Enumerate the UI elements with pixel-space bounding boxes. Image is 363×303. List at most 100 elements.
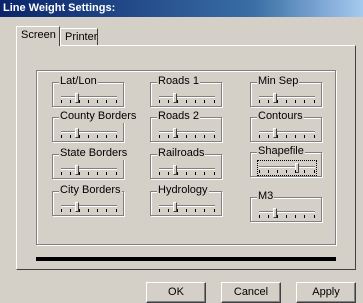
slider-tick xyxy=(70,100,71,103)
state-borders-slider[interactable] xyxy=(61,164,117,176)
tab-printer[interactable]: Printer xyxy=(60,28,98,46)
slider-tick xyxy=(79,172,80,175)
slider-tick xyxy=(61,209,62,212)
slider-tick xyxy=(88,209,89,212)
shapefile-slider[interactable] xyxy=(257,160,317,176)
slider-tick xyxy=(304,100,305,103)
group-min-sep: Min Sep xyxy=(250,75,322,107)
slider-tick xyxy=(295,170,296,173)
group-label: Contours xyxy=(257,110,304,123)
slider-tick xyxy=(79,100,80,103)
group-city-borders: City Borders xyxy=(52,184,124,216)
slider-tick xyxy=(277,100,278,103)
slider-tick xyxy=(204,172,205,175)
slider-tick xyxy=(214,100,215,103)
lat-lon-slider[interactable] xyxy=(61,92,117,104)
slider-tick xyxy=(259,135,260,138)
slider-tick xyxy=(268,100,269,103)
line-weight-preview xyxy=(36,257,336,261)
contours-slider[interactable] xyxy=(259,127,315,139)
group-label: City Borders xyxy=(59,184,122,197)
group-label: M3 xyxy=(257,190,275,203)
county-borders-slider[interactable] xyxy=(61,127,117,139)
group-hydrology: Hydrology xyxy=(150,184,222,216)
slider-tick xyxy=(177,100,178,103)
slider-tick xyxy=(314,100,315,103)
slider-tick xyxy=(97,172,98,175)
group-label: State Borders xyxy=(59,147,129,160)
slider-tick xyxy=(204,135,205,138)
group-county-borders: County Borders xyxy=(52,110,138,142)
hydrology-slider[interactable] xyxy=(159,201,215,213)
slider-tick xyxy=(214,135,215,138)
tab-screen[interactable]: Screen xyxy=(16,26,60,46)
group-label: Hydrology xyxy=(157,184,209,197)
group-contours: Contours xyxy=(250,110,322,142)
slider-tick xyxy=(186,209,187,212)
slider-tick xyxy=(195,209,196,212)
slider-tick xyxy=(286,100,287,103)
group-m3: M3 xyxy=(250,190,322,222)
slider-tick xyxy=(88,135,89,138)
slider-tick xyxy=(259,100,260,103)
group-label: Lat/Lon xyxy=(59,75,98,88)
slider-tick xyxy=(277,170,278,173)
min-sep-slider[interactable] xyxy=(259,92,315,104)
slider-tick xyxy=(304,215,305,218)
slider-tick xyxy=(70,135,71,138)
slider-tick xyxy=(314,135,315,138)
group-label: Roads 1 xyxy=(157,75,200,88)
m3-slider[interactable] xyxy=(259,207,315,219)
group-label: Roads 2 xyxy=(157,110,200,123)
slider-tick xyxy=(195,172,196,175)
slider-tick xyxy=(168,100,169,103)
slider-tick xyxy=(286,170,287,173)
slider-tick xyxy=(259,215,260,218)
apply-button[interactable]: Apply xyxy=(296,282,356,303)
slider-tick xyxy=(106,172,107,175)
slider-tick xyxy=(186,172,187,175)
group-railroads: Railroads xyxy=(150,147,222,179)
group-shapefile: Shapefile xyxy=(250,145,322,177)
slider-tick xyxy=(177,135,178,138)
slider-tick xyxy=(268,215,269,218)
slider-tick xyxy=(304,170,305,173)
slider-tick xyxy=(204,100,205,103)
slider-tick xyxy=(214,172,215,175)
slider-tick xyxy=(79,135,80,138)
group-label: Railroads xyxy=(157,147,206,160)
group-roads-1: Roads 1 xyxy=(150,75,222,107)
slider-tick xyxy=(116,135,117,138)
slider-tick xyxy=(286,215,287,218)
slider-tick xyxy=(116,209,117,212)
roads-1-slider[interactable] xyxy=(159,92,215,104)
slider-tick xyxy=(314,170,315,173)
slider-tick xyxy=(97,135,98,138)
city-borders-slider[interactable] xyxy=(61,201,117,213)
slider-tick xyxy=(159,100,160,103)
slider-tick xyxy=(70,172,71,175)
slider-tick xyxy=(304,135,305,138)
slider-tick xyxy=(195,135,196,138)
slider-tick xyxy=(61,172,62,175)
slider-tick xyxy=(259,170,260,173)
group-label: Shapefile xyxy=(257,145,305,158)
slider-tick xyxy=(168,172,169,175)
group-label: Min Sep xyxy=(257,75,300,88)
slider-tick xyxy=(177,172,178,175)
slider-tick xyxy=(97,100,98,103)
slider-tick xyxy=(116,172,117,175)
railroads-slider[interactable] xyxy=(159,164,215,176)
slider-tick xyxy=(295,100,296,103)
slider-tick xyxy=(295,135,296,138)
slider-tick xyxy=(116,100,117,103)
slider-tick xyxy=(186,135,187,138)
group-roads-2: Roads 2 xyxy=(150,110,222,142)
cancel-button[interactable]: Cancel xyxy=(221,282,281,303)
group-label: County Borders xyxy=(59,110,138,123)
ok-button[interactable]: OK xyxy=(146,282,206,303)
group-lat-lon: Lat/Lon xyxy=(52,75,124,107)
roads-2-slider[interactable] xyxy=(159,127,215,139)
slider-tick xyxy=(277,215,278,218)
slider-tick xyxy=(204,209,205,212)
